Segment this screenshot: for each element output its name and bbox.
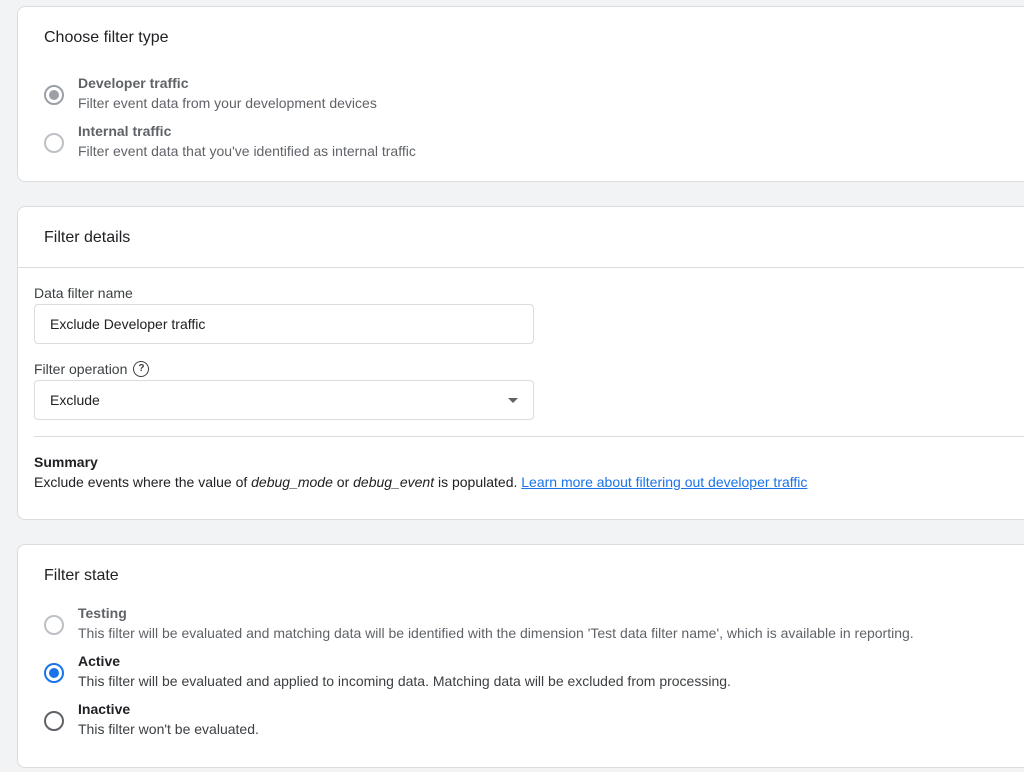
filter-state-card: Filter state Testing This filter will be… xyxy=(17,544,1024,768)
active-text: Active This filter will be evaluated and… xyxy=(78,651,731,691)
inactive-text: Inactive This filter won't be evaluated. xyxy=(78,699,259,739)
testing-description: This filter will be evaluated and matchi… xyxy=(78,625,914,641)
filter-state-title: Filter state xyxy=(44,567,119,584)
internal-traffic-label: Internal traffic xyxy=(78,123,172,139)
filter-operation-label-text: Filter operation xyxy=(34,361,128,377)
data-filter-name-label-text: Data filter name xyxy=(34,285,133,301)
chevron-down-icon xyxy=(508,397,518,403)
summary-text: Exclude events where the value of debug_… xyxy=(34,474,807,490)
filter-type-card: Choose filter type Developer traffic Fil… xyxy=(17,6,1024,182)
data-filter-name-input[interactable] xyxy=(34,304,534,344)
testing-label: Testing xyxy=(78,605,127,621)
filter-type-title: Choose filter type xyxy=(44,29,169,46)
filter-operation-value: Exclude xyxy=(50,392,100,408)
radio-option-internal-traffic[interactable]: Internal traffic Filter event data that … xyxy=(44,123,416,161)
help-icon[interactable]: ? xyxy=(133,361,150,377)
data-filter-name-label: Data filter name xyxy=(34,285,133,301)
active-description: This filter will be evaluated and applie… xyxy=(78,673,731,689)
internal-traffic-description: Filter event data that you've identified… xyxy=(78,143,416,159)
active-label: Active xyxy=(78,653,121,669)
learn-more-link[interactable]: Learn more about filtering out developer… xyxy=(521,474,807,490)
summary-param-debug-event: debug_event xyxy=(353,474,435,490)
internal-traffic-radio[interactable] xyxy=(44,133,64,153)
internal-traffic-text: Internal traffic Filter event data that … xyxy=(78,121,416,161)
developer-traffic-text: Developer traffic Filter event data from… xyxy=(78,73,377,113)
filter-operation-label: Filter operation ? xyxy=(34,361,150,377)
summary-param-debug-mode: debug_mode xyxy=(251,474,333,490)
radio-option-active[interactable]: Active This filter will be evaluated and… xyxy=(44,653,731,691)
filter-details-title: Filter details xyxy=(44,229,131,246)
developer-traffic-description: Filter event data from your development … xyxy=(78,95,377,111)
radio-option-inactive[interactable]: Inactive This filter won't be evaluated. xyxy=(44,701,259,739)
developer-traffic-radio[interactable] xyxy=(44,85,64,105)
active-radio[interactable] xyxy=(44,663,64,683)
summary-prefix: Exclude events where the value of xyxy=(34,474,252,490)
inactive-radio[interactable] xyxy=(44,711,64,731)
developer-traffic-label: Developer traffic xyxy=(78,75,189,91)
summary-or: or xyxy=(332,474,354,490)
summary-divider xyxy=(34,436,1024,437)
summary-suffix: is populated. xyxy=(434,474,522,490)
inactive-label: Inactive xyxy=(78,701,131,717)
filter-details-card: Filter details Data filter name Filter o… xyxy=(17,206,1024,520)
testing-text: Testing This filter will be evaluated an… xyxy=(78,603,914,643)
summary-title: Summary xyxy=(34,454,98,470)
filter-operation-select[interactable]: Exclude xyxy=(34,380,534,420)
radio-option-developer-traffic[interactable]: Developer traffic Filter event data from… xyxy=(44,75,377,113)
inactive-description: This filter won't be evaluated. xyxy=(78,721,259,737)
filter-details-divider xyxy=(18,267,1024,268)
radio-option-testing[interactable]: Testing This filter will be evaluated an… xyxy=(44,605,914,643)
testing-radio[interactable] xyxy=(44,615,64,635)
